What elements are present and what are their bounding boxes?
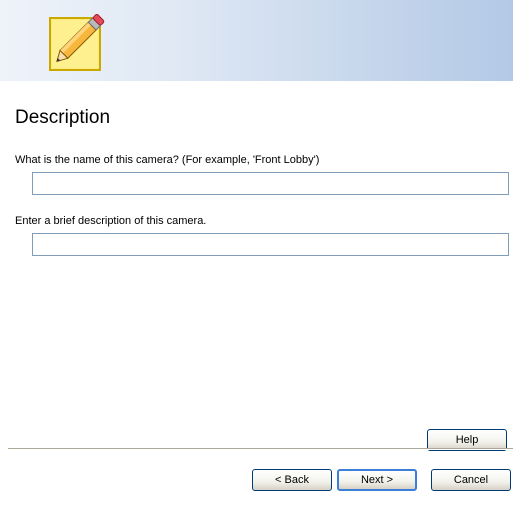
footer-separator: [8, 448, 513, 450]
pencil-note-icon: [45, 10, 110, 73]
camera-description-input[interactable]: [32, 233, 509, 256]
header-banner: [0, 0, 513, 81]
cancel-button[interactable]: Cancel: [431, 469, 511, 491]
back-button[interactable]: < Back: [252, 469, 332, 491]
camera-name-label: What is the name of this camera? (For ex…: [15, 154, 320, 166]
page-title: Description: [15, 107, 111, 128]
wizard-page: Description What is the name of this cam…: [0, 0, 513, 521]
next-button[interactable]: Next >: [337, 469, 417, 491]
camera-description-label: Enter a brief description of this camera…: [15, 215, 207, 227]
camera-name-input[interactable]: [32, 172, 509, 195]
